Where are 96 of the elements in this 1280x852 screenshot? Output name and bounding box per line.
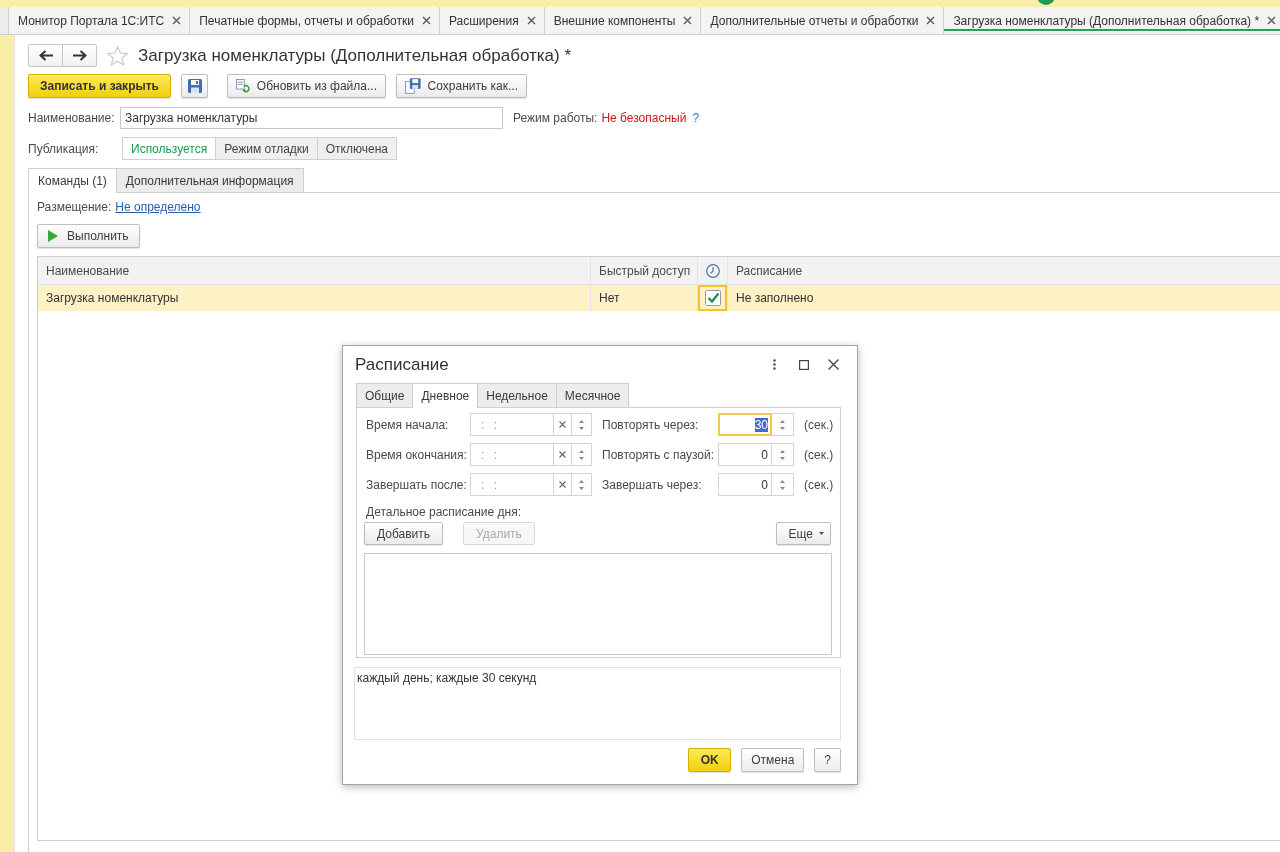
- spin-button[interactable]: [572, 443, 592, 466]
- column-title[interactable]: Быстрый доступ: [599, 263, 691, 278]
- close-icon[interactable]: [926, 16, 936, 25]
- number-field[interactable]: 30: [718, 413, 772, 436]
- spin-button[interactable]: [772, 443, 794, 466]
- spin-button[interactable]: [572, 473, 592, 496]
- toggle-option[interactable]: Используется: [122, 137, 217, 160]
- add-button[interactable]: Добавить: [364, 522, 444, 545]
- spin-button[interactable]: [572, 413, 592, 436]
- field-label: Время начала:: [366, 417, 450, 432]
- schedule-value: Не заполнено: [736, 291, 814, 305]
- tab[interactable]: Недельное: [477, 383, 557, 407]
- file-refresh-icon: [236, 78, 250, 94]
- mode-value: Не безопасный: [601, 111, 687, 125]
- number-field[interactable]: 0: [718, 473, 772, 496]
- field-label: Размещение:: [37, 200, 112, 214]
- clear-icon: [559, 481, 566, 488]
- more-button[interactable]: Еще: [775, 522, 831, 545]
- tab[interactable]: Месячное: [555, 383, 630, 407]
- clear-button[interactable]: [554, 413, 572, 436]
- field-label: Повторять с паузой:: [602, 447, 715, 462]
- toggle-option[interactable]: Режим отладки: [215, 137, 318, 160]
- play-icon: [48, 230, 58, 242]
- clear-button[interactable]: [554, 443, 572, 466]
- close-icon[interactable]: [1267, 16, 1277, 25]
- close-icon[interactable]: [172, 16, 182, 25]
- column-title[interactable]: Наименование: [46, 263, 130, 278]
- tab[interactable]: Внешние компоненты: [543, 7, 701, 34]
- spin-button[interactable]: [772, 413, 794, 436]
- indicator-icon: [1037, 0, 1055, 5]
- help-link[interactable]: ?: [692, 111, 700, 125]
- field-label: Завершать после:: [366, 477, 468, 492]
- field-label: Режим работы:: [513, 111, 598, 125]
- section-label: Детальное расписание дня:: [366, 505, 522, 519]
- tab[interactable]: Команды (1): [28, 168, 117, 193]
- schedule-summary: каждый день; каждые 30 секунд: [354, 667, 841, 740]
- tab[interactable]: Дополнительная информация: [115, 168, 304, 192]
- star-icon[interactable]: [107, 45, 128, 66]
- save-button[interactable]: [181, 74, 208, 98]
- up-down-arrows-icon: [579, 479, 584, 490]
- close-icon[interactable]: [828, 359, 839, 370]
- ok-button[interactable]: OK: [688, 748, 732, 772]
- tab[interactable]: Общие: [356, 383, 414, 407]
- up-down-arrows-icon: [579, 449, 584, 460]
- field-label: Завершать через:: [602, 477, 703, 492]
- unit-label: (сек.): [804, 417, 834, 432]
- focused-cell[interactable]: [698, 285, 728, 311]
- toggle-option[interactable]: Отключена: [316, 137, 397, 160]
- dialog-button[interactable]: ?: [814, 748, 841, 772]
- column-title[interactable]: Расписание: [736, 263, 803, 278]
- up-down-arrows-icon: [780, 479, 785, 490]
- tab[interactable]: Загрузка номенклатуры (Дополнительная обработка) *: [943, 7, 1280, 34]
- tab[interactable]: Печатные формы, отчеты и обработки: [189, 7, 439, 34]
- close-icon[interactable]: [421, 16, 431, 25]
- back-button[interactable]: [28, 44, 63, 67]
- unit-label: (сек.): [804, 447, 834, 462]
- table-row[interactable]: Загрузка номенклатуры Нет Не заполнено: [38, 285, 1280, 311]
- save-as-button[interactable]: Сохранить как...: [396, 74, 527, 98]
- arrow-right-icon: [72, 50, 87, 61]
- clock-icon: [705, 263, 720, 278]
- reload-button[interactable]: Обновить из файла...: [227, 74, 386, 98]
- name-field[interactable]: Загрузка номенклатуры: [120, 107, 503, 129]
- dialog-button[interactable]: Отмена: [741, 748, 805, 772]
- number-field[interactable]: 0: [718, 443, 772, 466]
- field-label: Время окончания:: [366, 447, 468, 462]
- dialog-title: Расписание: [355, 354, 450, 375]
- up-down-arrows-icon: [579, 419, 584, 430]
- clear-icon: [559, 421, 566, 428]
- clear-button[interactable]: [554, 473, 572, 496]
- tab[interactable]: Расширения: [438, 7, 544, 34]
- placement-link[interactable]: Не определено: [115, 200, 201, 214]
- primary-button[interactable]: Записать и закрыть: [28, 74, 171, 98]
- field-label: Наименование:: [28, 111, 116, 125]
- command-name: Загрузка номенклатуры: [46, 291, 179, 305]
- caret-icon: [819, 532, 824, 535]
- up-down-arrows-icon: [780, 419, 785, 430]
- more-icon[interactable]: [773, 359, 776, 370]
- maximize-icon[interactable]: [799, 359, 809, 370]
- checkbox[interactable]: [704, 290, 721, 306]
- up-down-arrows-icon: [780, 449, 785, 460]
- close-icon[interactable]: [526, 16, 536, 25]
- field-label: Повторять через:: [602, 417, 700, 432]
- unit-label: (сек.): [804, 477, 834, 492]
- save-as-icon: [405, 78, 421, 94]
- spin-button[interactable]: [772, 473, 794, 496]
- close-icon[interactable]: [683, 16, 693, 25]
- field-label: Публикация:: [28, 141, 100, 156]
- run-button[interactable]: Выполнить: [37, 224, 140, 248]
- tab[interactable]: Дневное: [412, 383, 479, 408]
- forward-button[interactable]: [62, 44, 97, 67]
- tab[interactable]: Монитор Портала 1С:ИТС: [8, 7, 190, 34]
- arrow-left-icon: [38, 50, 53, 61]
- form-title: Загрузка номенклатуры (Дополнительная обработка) *: [138, 45, 572, 66]
- quick-access-value: Нет: [599, 291, 620, 305]
- clear-icon: [559, 451, 566, 458]
- tab[interactable]: Дополнительные отчеты и обработки: [700, 7, 944, 34]
